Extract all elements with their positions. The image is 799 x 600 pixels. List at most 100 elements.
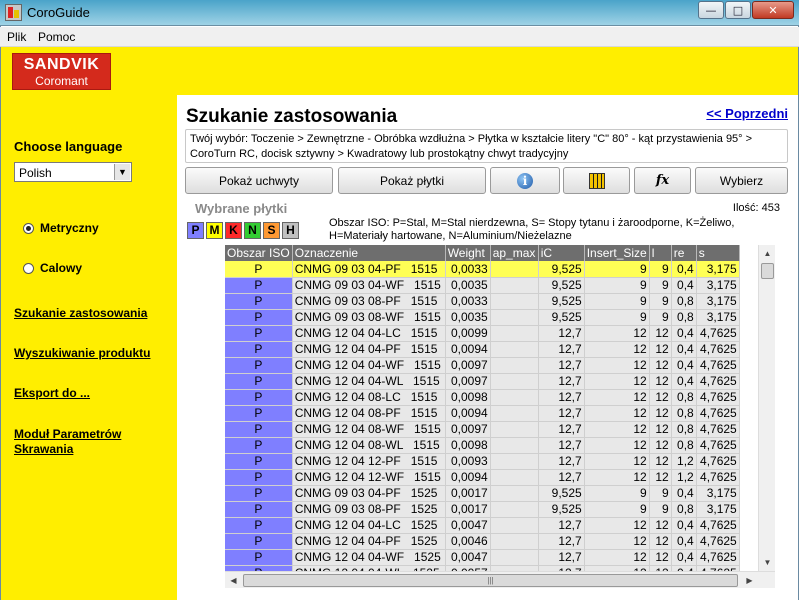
- table-cell: 0,0017: [445, 485, 491, 502]
- table-cell: P: [225, 453, 293, 470]
- table-row[interactable]: P CNMG 12 04 04-PF 1525 0,0046 12,7 12 12 0,4 4…: [225, 533, 740, 550]
- table-cell: CNMG 09 03 04-PF 1525: [292, 485, 446, 502]
- grid-view-button[interactable]: [563, 167, 630, 194]
- chevron-down-icon[interactable]: ▼: [114, 164, 130, 180]
- iso-group-m[interactable]: M: [206, 222, 223, 239]
- language-value: Polish: [19, 166, 52, 180]
- select-button[interactable]: Wybierz: [695, 167, 788, 194]
- table-cell: 0,4: [671, 373, 697, 390]
- table-row[interactable]: P CNMG 12 04 12-WF 1515 0,0094 12,7 12 12 1,2 4…: [225, 469, 740, 486]
- table-row[interactable]: P CNMG 12 04 04-LC 1525 0,0047 12,7 12 12 0,4 4…: [225, 517, 740, 534]
- info-button[interactable]: i: [490, 167, 560, 194]
- nav-application-search[interactable]: Szukanie zastosowania: [14, 306, 147, 321]
- nav-export[interactable]: Eksport do ...: [14, 386, 90, 401]
- iso-group-h[interactable]: H: [282, 222, 299, 239]
- title-bar[interactable]: CoroGuide — □ ✕: [0, 0, 799, 26]
- scroll-down-icon[interactable]: ▼: [759, 554, 776, 571]
- table-row[interactable]: P CNMG 12 04 12-PF 1515 0,0093 12,7 12 12 1,2 4…: [225, 453, 740, 470]
- formula-button[interactable]: fx: [634, 167, 691, 194]
- unit-radio-label: Calowy: [40, 261, 83, 275]
- table-cell: [490, 485, 539, 502]
- column-header[interactable]: iC: [538, 245, 585, 261]
- table-row[interactable]: P CNMG 09 03 08-PF 1525 0,0017 9,525 9 9 0,8 3,…: [225, 501, 740, 518]
- iso-group-p[interactable]: P: [187, 222, 204, 239]
- radio-icon[interactable]: [23, 262, 34, 274]
- table-row[interactable]: P CNMG 09 03 04-PF 1525 0,0017 9,525 9 9 0,4 3,…: [225, 485, 740, 502]
- menu-help[interactable]: Pomoc: [38, 30, 75, 44]
- table-cell: 12: [649, 421, 672, 438]
- table-cell: 9,525: [538, 277, 585, 294]
- radio-icon[interactable]: [23, 222, 34, 234]
- table-cell: [490, 389, 539, 406]
- show-holders-button[interactable]: Pokaż uchwyty: [185, 167, 333, 194]
- table-cell: 12,7: [538, 389, 585, 406]
- table-cell: 1,2: [671, 469, 697, 486]
- vertical-scrollbar[interactable]: ▲ ▼: [758, 245, 775, 571]
- maximize-button[interactable]: □: [725, 1, 751, 19]
- column-header[interactable]: Insert_Size: [584, 245, 650, 261]
- column-header[interactable]: re: [671, 245, 697, 261]
- table-row[interactable]: P CNMG 12 04 04-WF 1515 0,0097 12,7 12 12 0,4 4…: [225, 357, 740, 374]
- column-header[interactable]: ap_max: [490, 245, 539, 261]
- table-row[interactable]: P CNMG 09 03 08-WF 1515 0,0035 9,525 9 9 0,8 3,…: [225, 309, 740, 326]
- column-header[interactable]: Weight: [445, 245, 491, 261]
- table-cell: 4,7625: [696, 389, 740, 406]
- scroll-thumb[interactable]: [761, 263, 774, 279]
- iso-group-s[interactable]: S: [263, 222, 280, 239]
- table-cell: P: [225, 501, 293, 518]
- nav-cutting-parameters[interactable]: Moduł Parametrów Skrawania: [14, 427, 149, 457]
- table-row[interactable]: P CNMG 12 04 08-LC 1515 0,0098 12,7 12 12 0,8 4…: [225, 389, 740, 406]
- table-cell: [490, 469, 539, 486]
- language-select[interactable]: Polish ▼: [14, 162, 132, 182]
- minimize-button[interactable]: —: [698, 1, 724, 19]
- table-cell: [490, 357, 539, 374]
- column-header[interactable]: Oznaczenie: [292, 245, 446, 261]
- table-cell: 9: [584, 501, 650, 518]
- table-cell: 12,7: [538, 341, 585, 358]
- table-row[interactable]: P CNMG 09 03 04-PF 1515 0,0033 9,525 9 9 0,4 3,…: [225, 261, 740, 278]
- menu-file[interactable]: Plik: [7, 30, 26, 44]
- table-cell: 12,7: [538, 357, 585, 374]
- table-cell: 0,0097: [445, 421, 491, 438]
- column-header[interactable]: s: [696, 245, 740, 261]
- column-header[interactable]: l: [649, 245, 672, 261]
- menu-bar: Plik Pomoc: [0, 27, 799, 47]
- show-inserts-button[interactable]: Pokaż płytki: [338, 167, 486, 194]
- table-cell: 12: [649, 437, 672, 454]
- table-cell: 4,7625: [696, 373, 740, 390]
- table-row[interactable]: P CNMG 12 04 08-WF 1515 0,0097 12,7 12 12 0,8 4…: [225, 421, 740, 438]
- table-cell: CNMG 12 04 04-PF 1525: [292, 533, 446, 550]
- table-cell: 0,0098: [445, 437, 491, 454]
- table-row[interactable]: P CNMG 12 04 08-PF 1515 0,0094 12,7 12 12 0,8 4…: [225, 405, 740, 422]
- table-cell: 0,0035: [445, 277, 491, 294]
- table-cell: P: [225, 357, 293, 374]
- nav-product-search[interactable]: Wyszukiwanie produktu: [14, 346, 150, 361]
- table-cell: 12: [649, 373, 672, 390]
- table-cell: 12: [584, 453, 650, 470]
- scroll-thumb-horizontal[interactable]: |||: [243, 574, 738, 587]
- table-cell: 9: [584, 309, 650, 326]
- scroll-right-icon[interactable]: ▶: [741, 572, 758, 589]
- table-cell: 4,7625: [696, 421, 740, 438]
- table-row[interactable]: P CNMG 09 03 08-PF 1515 0,0033 9,525 9 9 0,8 3,…: [225, 293, 740, 310]
- table-cell: 12: [584, 389, 650, 406]
- unit-radio-imperial[interactable]: Calowy: [23, 261, 82, 275]
- column-header[interactable]: Obszar ISO: [225, 245, 293, 261]
- table-row[interactable]: P CNMG 12 04 04-PF 1515 0,0094 12,7 12 12 0,4 4…: [225, 341, 740, 358]
- table-row[interactable]: P CNMG 12 04 04-LC 1515 0,0099 12,7 12 12 0,4 4…: [225, 325, 740, 342]
- table-row[interactable]: P CNMG 12 04 04-WL 1515 0,0097 12,7 12 12 0,4 4…: [225, 373, 740, 390]
- table-row[interactable]: P CNMG 12 04 08-WL 1515 0,0098 12,7 12 12 0,8 4…: [225, 437, 740, 454]
- table-cell: 12,7: [538, 517, 585, 534]
- table-cell: 0,4: [671, 549, 697, 566]
- table-row[interactable]: P CNMG 12 04 04-WF 1525 0,0047 12,7 12 12 0,4 4…: [225, 549, 740, 566]
- scroll-left-icon[interactable]: ◀: [225, 572, 242, 589]
- iso-group-k[interactable]: K: [225, 222, 242, 239]
- table-cell: 9,525: [538, 485, 585, 502]
- table-row[interactable]: P CNMG 09 03 04-WF 1515 0,0035 9,525 9 9 0,4 3,…: [225, 277, 740, 294]
- iso-group-n[interactable]: N: [244, 222, 261, 239]
- back-link[interactable]: << Poprzedni: [706, 106, 788, 121]
- unit-radio-metric[interactable]: Metryczny: [23, 221, 99, 235]
- horizontal-scrollbar[interactable]: ◀ ||| ▶: [225, 571, 775, 588]
- close-button[interactable]: ✕: [752, 1, 794, 19]
- scroll-up-icon[interactable]: ▲: [759, 245, 776, 262]
